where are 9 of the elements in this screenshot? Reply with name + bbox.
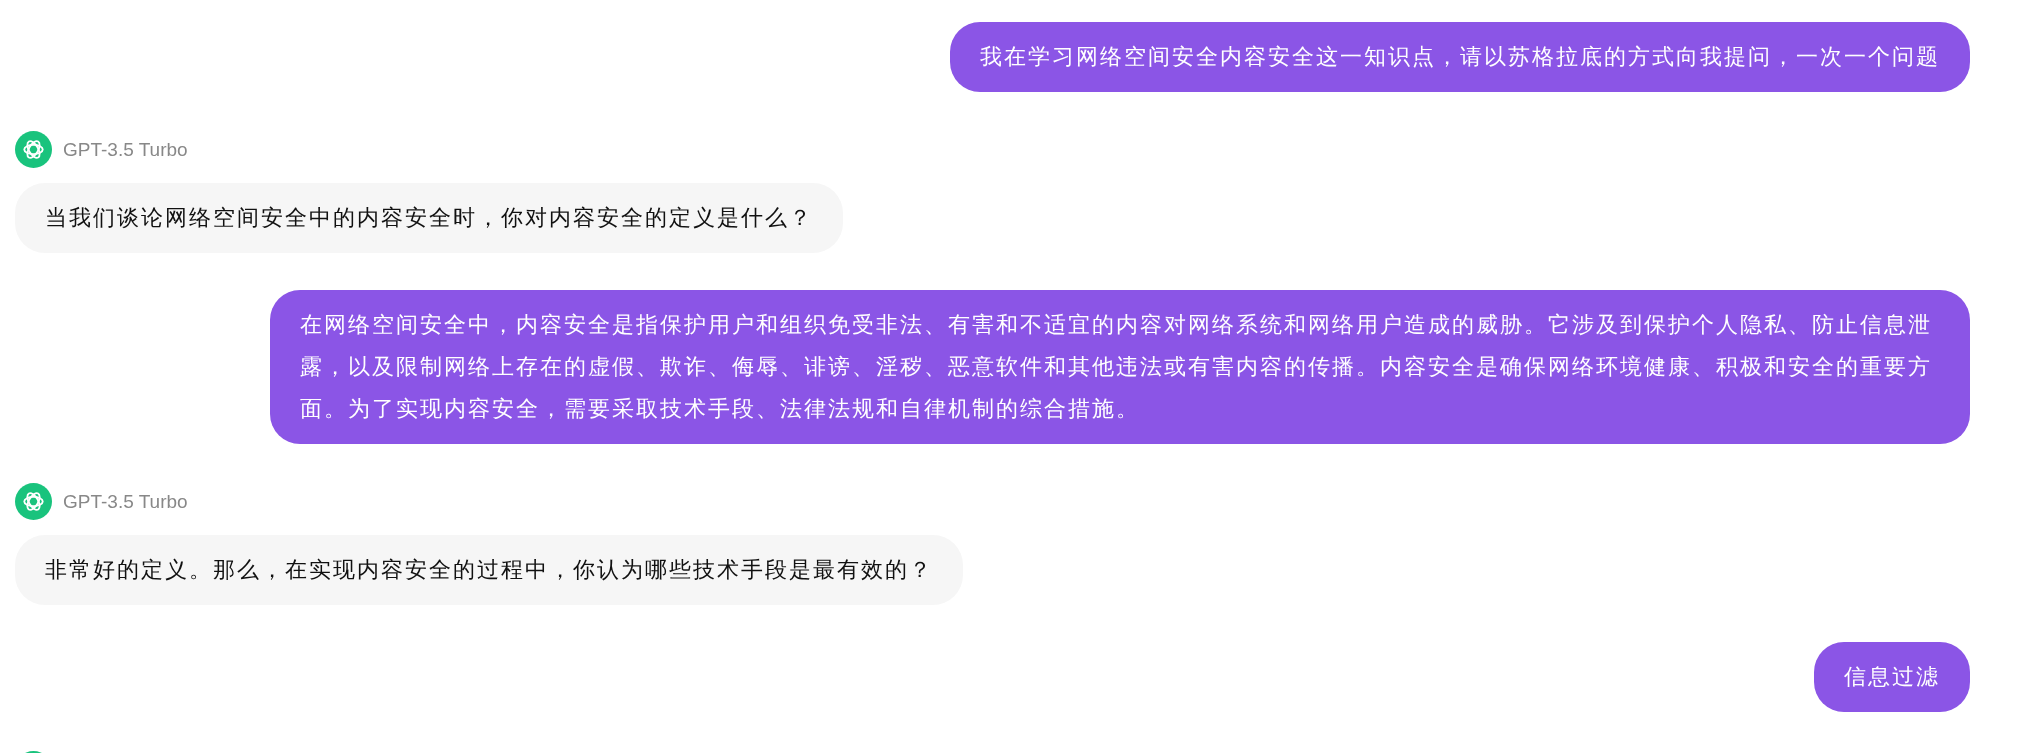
model-name: GPT-3.5 Turbo <box>63 138 188 161</box>
message-bubble: 当我们谈论网络空间安全中的内容安全时，你对内容安全的定义是什么？ <box>15 183 843 253</box>
avatar-icon <box>15 131 52 168</box>
message-bubble: 非常好的定义。那么，在实现内容安全的过程中，你认为哪些技术手段是最有效的？ <box>15 535 963 605</box>
message-bubble: 信息过滤 <box>1814 642 1970 712</box>
message-bubble: 我在学习网络空间安全内容安全这一知识点，请以苏格拉底的方式向我提问，一次一个问题 <box>950 22 1970 92</box>
model-name: GPT-3.5 Turbo <box>63 490 188 513</box>
message-bubble: 在网络空间安全中，内容安全是指保护用户和组织免受非法、有害和不适宜的内容对网络系统和网络用户造成的威胁。它涉及到保护个人隐私、防止信息泄露，以及限制网络上存在的虚假、欺诈、侮辱、诽谤、淫秽、恶意软件和其他违法或有害内容的传播。内容安全是确保网络环境健康、积极和安全的重要方面。为了实现内容安全，需要采取技术手段、法律法规和自律机制的综合措施。 <box>270 290 1970 444</box>
avatar-icon <box>15 483 52 520</box>
